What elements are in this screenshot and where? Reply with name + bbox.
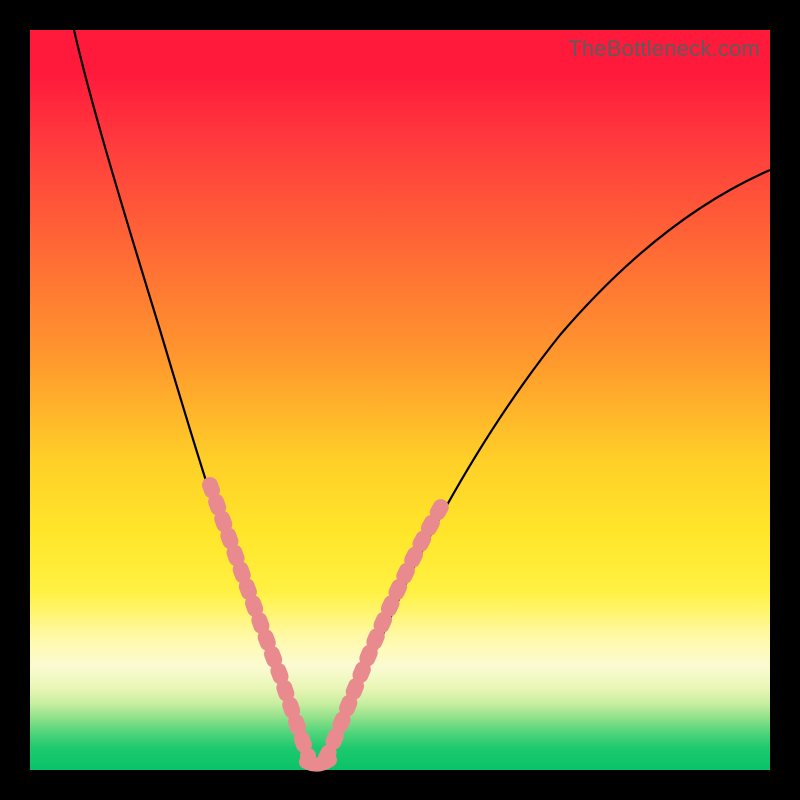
highlight-left bbox=[210, 485, 308, 756]
plot-area: TheBottleneck.com bbox=[30, 30, 770, 770]
bottleneck-curve bbox=[74, 30, 770, 762]
bottleneck-curve-svg bbox=[30, 30, 770, 770]
highlight-right bbox=[326, 500, 445, 758]
highlight-bottom bbox=[306, 760, 330, 765]
chart-frame: TheBottleneck.com bbox=[0, 0, 800, 800]
